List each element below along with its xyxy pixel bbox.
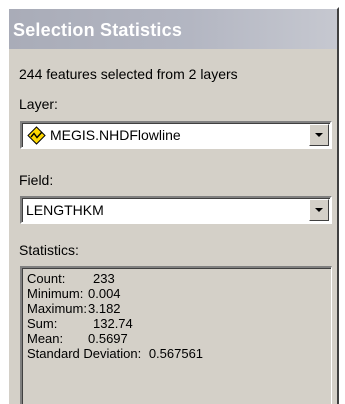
stat-label: Minimum:: [27, 286, 84, 301]
stat-label: Count:: [27, 271, 66, 286]
window-title: Selection Statistics: [13, 20, 183, 40]
layer-label: Layer:: [19, 96, 58, 112]
stat-sum: Sum: 132.74: [27, 316, 133, 331]
field-dropdown-button[interactable]: [309, 199, 329, 221]
layer-dropdown-button[interactable]: [309, 124, 329, 146]
stat-value: 3.182: [88, 301, 121, 316]
stat-label: Sum:: [27, 316, 58, 331]
field-selected-value: LENGTHKM: [26, 202, 104, 218]
stat-label: Mean:: [27, 331, 64, 346]
stat-value: 0.567561: [148, 346, 204, 361]
stat-label: Standard Deviation:: [27, 346, 142, 361]
stat-value: 132.74: [93, 316, 133, 331]
stat-count: Count: 233: [27, 271, 115, 286]
statistics-box: Count: 233 Minimum: 0.004 Maximum: 3.182…: [20, 266, 332, 404]
stat-value: 0.004: [88, 286, 121, 301]
stat-value: 0.5697: [88, 331, 128, 346]
stat-minimum: Minimum: 0.004: [27, 286, 121, 301]
layer-dropdown[interactable]: MEGIS.NHDFlowline: [20, 121, 332, 149]
stat-value: 233: [93, 271, 115, 286]
field-label: Field:: [19, 172, 54, 188]
stat-mean: Mean: 0.5697: [27, 331, 128, 346]
chevron-down-icon: [315, 208, 323, 212]
field-dropdown[interactable]: LENGTHKM: [20, 196, 332, 224]
title-bar[interactable]: Selection Statistics: [9, 9, 337, 49]
selection-summary: 244 features selected from 2 layers: [19, 66, 238, 82]
polyline-layer-icon: [27, 126, 46, 145]
stat-maximum: Maximum: 3.182: [27, 301, 121, 316]
selection-statistics-window: Selection Statistics 244 features select…: [7, 7, 339, 404]
chevron-down-icon: [315, 133, 323, 137]
layer-selected-value: MEGIS.NHDFlowline: [50, 127, 181, 143]
stat-standard-deviation: Standard Deviation: 0.567561: [27, 346, 203, 361]
statistics-label: Statistics:: [19, 242, 79, 258]
stat-label: Maximum:: [27, 301, 87, 316]
